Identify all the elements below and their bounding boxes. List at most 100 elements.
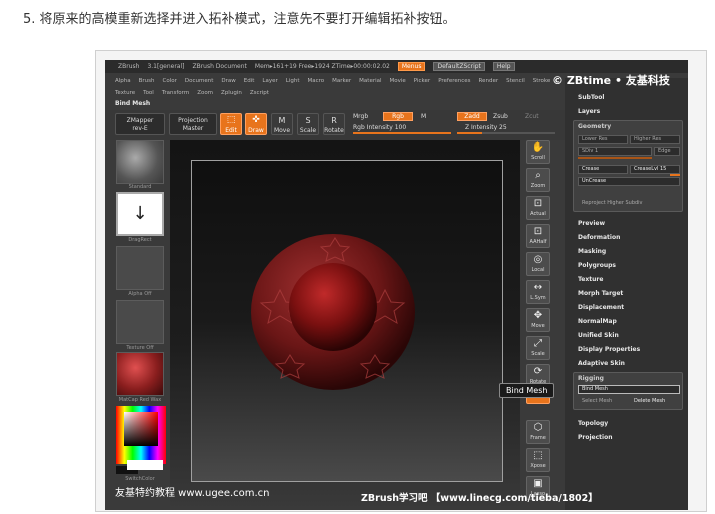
right-shelf: ✋ Scroll ⌕ Zoom ⊡ Actual ⊡ AAHalf ◎ Local ↔ L.… xyxy=(523,140,553,510)
geometry-panel: Geometry Lower Res Higher Res SDiv 1 Edg… xyxy=(573,120,683,212)
stroke-thumbnail[interactable]: ↓ xyxy=(116,192,164,236)
layers-menu[interactable]: Layers xyxy=(578,108,600,115)
lower-res-button[interactable]: Lower Res xyxy=(578,135,628,144)
primary-color-swatch[interactable] xyxy=(127,460,163,470)
texture-menu[interactable]: Texture xyxy=(578,276,603,283)
scroll-button[interactable]: ✋ Scroll xyxy=(526,140,550,164)
shelf-move-button[interactable]: ✥ Move xyxy=(526,308,550,332)
move-button[interactable]: M Move xyxy=(271,113,293,135)
shelf-scale-icon: ⤢ xyxy=(534,338,542,349)
menu-material[interactable]: Material xyxy=(359,78,381,84)
projection-master-button[interactable]: Projection Master xyxy=(169,113,217,135)
higher-res-button[interactable]: Higher Res xyxy=(630,135,680,144)
shelf-scale-button[interactable]: ⤢ Scale xyxy=(526,336,550,360)
menu-movie[interactable]: Movie xyxy=(390,78,406,84)
display-properties-menu[interactable]: Display Properties xyxy=(578,346,640,353)
brush-thumbnail[interactable] xyxy=(116,140,164,184)
menu-stencil[interactable]: Stencil xyxy=(506,78,525,84)
menu-transform[interactable]: Transform xyxy=(162,90,189,96)
actual-label: Actual xyxy=(530,211,546,217)
zadd-toggle[interactable]: Zadd xyxy=(457,112,487,121)
deformation-menu[interactable]: Deformation xyxy=(578,234,620,241)
aahalf-icon: ⊡ xyxy=(533,226,543,237)
menu-macro[interactable]: Macro xyxy=(308,78,325,84)
material-thumbnail[interactable] xyxy=(116,352,164,396)
move-label: Move xyxy=(273,127,291,134)
draw-button[interactable]: ✜ Draw xyxy=(245,113,267,135)
document-canvas[interactable] xyxy=(170,140,520,510)
shelf-rotate-icon: ⟳ xyxy=(533,366,543,377)
zmapper-button[interactable]: ZMapper rev-E xyxy=(115,113,165,135)
preview-menu[interactable]: Preview xyxy=(578,220,605,227)
help-button[interactable]: Help xyxy=(492,62,515,71)
menu-color[interactable]: Color xyxy=(163,78,177,84)
uncrease-button[interactable]: UnCrease xyxy=(578,177,680,186)
crease-button[interactable]: Crease xyxy=(578,165,628,174)
topology-menu[interactable]: Topology xyxy=(578,420,608,427)
unified-skin-menu[interactable]: Unified Skin xyxy=(578,332,619,339)
color-square[interactable] xyxy=(124,412,158,446)
rigging-title[interactable]: Rigging xyxy=(578,375,604,382)
menu-zplugin[interactable]: Zplugin xyxy=(221,90,242,96)
morph-target-menu[interactable]: Morph Target xyxy=(578,290,623,297)
menu-zoom[interactable]: Zoom xyxy=(197,90,213,96)
aahalf-button[interactable]: ⊡ AAHalf xyxy=(526,224,550,248)
edit-button[interactable]: ⬚ Edit xyxy=(220,113,242,135)
xpose-button[interactable]: ⬚ Xpose xyxy=(526,448,550,472)
z-intensity-slider[interactable]: Z Intensity 25 xyxy=(465,124,507,131)
alpha-thumbnail[interactable] xyxy=(116,246,164,290)
edge-slider[interactable]: Edge xyxy=(654,147,680,156)
frame-button[interactable]: ⬡ Frame xyxy=(526,420,550,444)
menu-marker[interactable]: Marker xyxy=(332,78,351,84)
menu-edit[interactable]: Edit xyxy=(244,78,255,84)
mrgb-toggle[interactable]: Mrgb xyxy=(353,113,368,120)
menu-document[interactable]: Document xyxy=(185,78,214,84)
menu-zscript[interactable]: Zscript xyxy=(250,90,269,96)
menu-draw[interactable]: Draw xyxy=(221,78,235,84)
creaselvl-fill xyxy=(670,174,680,176)
m-toggle[interactable]: M xyxy=(421,113,426,120)
menu-brush[interactable]: Brush xyxy=(139,78,155,84)
local-button[interactable]: ◎ Local xyxy=(526,252,550,276)
rotate-button[interactable]: R Rotate xyxy=(323,113,345,135)
menu-render[interactable]: Render xyxy=(479,78,499,84)
adaptive-skin-menu[interactable]: Adaptive Skin xyxy=(578,360,625,367)
menu-light[interactable]: Light xyxy=(286,78,300,84)
geometry-title[interactable]: Geometry xyxy=(578,123,611,130)
menu-preferences[interactable]: Preferences xyxy=(438,78,470,84)
displacement-menu[interactable]: Displacement xyxy=(578,304,624,311)
zcut-toggle[interactable]: Zcut xyxy=(525,113,539,120)
masking-menu[interactable]: Masking xyxy=(578,248,606,255)
default-zscript-button[interactable]: DefaultZScript xyxy=(433,62,485,71)
creaselvl-slider[interactable]: CreaseLvl 15 xyxy=(630,165,680,174)
color-picker[interactable] xyxy=(116,406,166,464)
zsub-toggle[interactable]: Zsub xyxy=(493,113,508,120)
texture-name: Texture Off xyxy=(126,345,154,351)
scale-button[interactable]: S Scale xyxy=(297,113,319,135)
normalmap-menu[interactable]: NormalMap xyxy=(578,318,617,325)
lsym-button[interactable]: ↔ L.Sym xyxy=(526,280,550,304)
select-mesh-button[interactable]: Select Mesh xyxy=(578,397,628,406)
subtool-menu[interactable]: SubTool xyxy=(578,94,604,101)
menus-button[interactable]: Menus xyxy=(397,62,426,71)
bind-mesh-button[interactable]: Bind Mesh xyxy=(578,385,680,394)
reproject-button[interactable]: Reproject Higher Subdiv xyxy=(578,199,680,208)
rgb-intensity-track xyxy=(353,132,451,134)
delete-mesh-button[interactable]: Delete Mesh xyxy=(630,397,680,406)
menu-layer[interactable]: Layer xyxy=(262,78,277,84)
rgb-toggle[interactable]: Rgb xyxy=(383,112,413,121)
switchcolor-button[interactable]: SwitchColor xyxy=(113,476,167,482)
sdiv-slider[interactable]: SDiv 1 xyxy=(578,147,652,156)
actual-button[interactable]: ⊡ Actual xyxy=(526,196,550,220)
texture-thumbnail[interactable] xyxy=(116,300,164,344)
menu-alpha[interactable]: Alpha xyxy=(115,78,131,84)
projection-menu[interactable]: Projection xyxy=(578,434,612,441)
menu-tool[interactable]: Tool xyxy=(143,90,154,96)
menu-picker[interactable]: Picker xyxy=(414,78,430,84)
polygroups-menu[interactable]: Polygroups xyxy=(578,262,616,269)
menu-texture[interactable]: Texture xyxy=(115,90,135,96)
zoom-button[interactable]: ⌕ Zoom xyxy=(526,168,550,192)
menu-stroke[interactable]: Stroke xyxy=(533,78,551,84)
rgb-intensity-slider[interactable]: Rgb Intensity 100 xyxy=(353,124,406,131)
rgb-intensity-fill xyxy=(353,132,451,134)
